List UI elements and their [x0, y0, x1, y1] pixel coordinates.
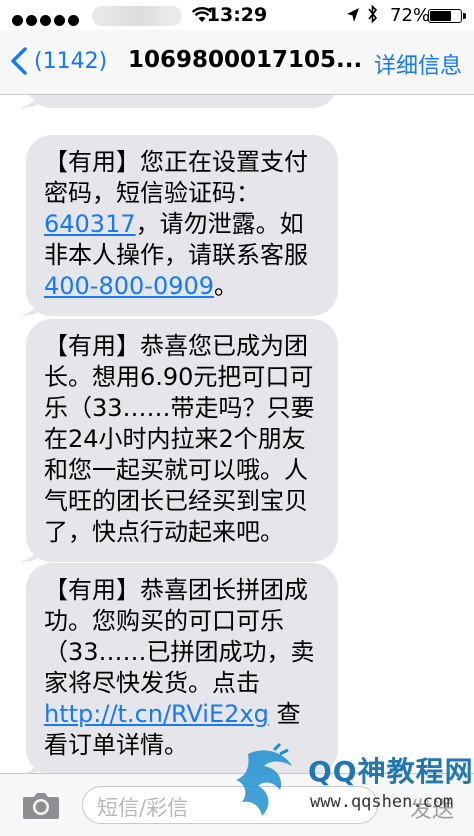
bubble-tail	[19, 540, 41, 562]
nav-bar: (1142) 1069800017105... 详细信息	[0, 30, 474, 95]
status-bar: 13:29 72%	[0, 0, 474, 30]
battery-icon	[428, 9, 466, 23]
message-text: 【有用】您正在设置支付密码，短信验证码：	[44, 148, 308, 207]
message-text: 【有用】恭喜团长拼团成功。您购买的可口可乐（33……已拼团成功，卖家将尽快发货。…	[44, 576, 315, 697]
message-bubble: 【有用】恭喜您已成为团长。想用6.90元把可口可乐（33……带走吗？只要在24小…	[19, 319, 338, 562]
details-button[interactable]: 详细信息	[374, 48, 462, 80]
message-bubble: 400-800-0909。	[19, 95, 338, 108]
bluetooth-icon	[368, 4, 378, 29]
watermark-url: www.qqshen.com	[310, 792, 454, 812]
watermark: QQ神教程网 www.qqshen.com	[218, 742, 474, 835]
message-link[interactable]: 640317	[44, 210, 136, 238]
message-input-placeholder: 短信/彩信	[97, 796, 189, 820]
conversation-title: 1069800017105...	[128, 47, 363, 73]
message-bubble: 【有用】您正在设置支付密码，短信验证码：640317，请勿泄露。如非本人操作，请…	[19, 135, 338, 316]
battery-percent: 72%	[390, 5, 431, 26]
back-unread-count: (1142)	[34, 48, 108, 74]
chevron-left-icon	[11, 47, 27, 75]
camera-icon[interactable]	[22, 790, 60, 820]
bubble-tail	[25, 753, 41, 773]
back-button[interactable]: (1142)	[10, 44, 107, 78]
message-link[interactable]: 400-800-0909	[44, 272, 214, 300]
dragon-logo-icon	[236, 742, 292, 816]
watermark-title: QQ神教程网	[308, 755, 474, 788]
message-text: 【有用】恭喜您已成为团长。想用6.90元把可口可乐（33……带走吗？只要在24小…	[44, 332, 315, 546]
bubble-tail	[19, 95, 41, 108]
message-thread[interactable]: 400-800-0909。 【有用】您正在设置支付密码，短信验证码： 640317…	[0, 95, 474, 773]
message-link[interactable]: http://t.cn/RViE2xg	[44, 700, 269, 728]
message-text: 。	[214, 272, 239, 300]
location-arrow-icon	[347, 8, 359, 22]
bubble-tail	[19, 294, 41, 316]
